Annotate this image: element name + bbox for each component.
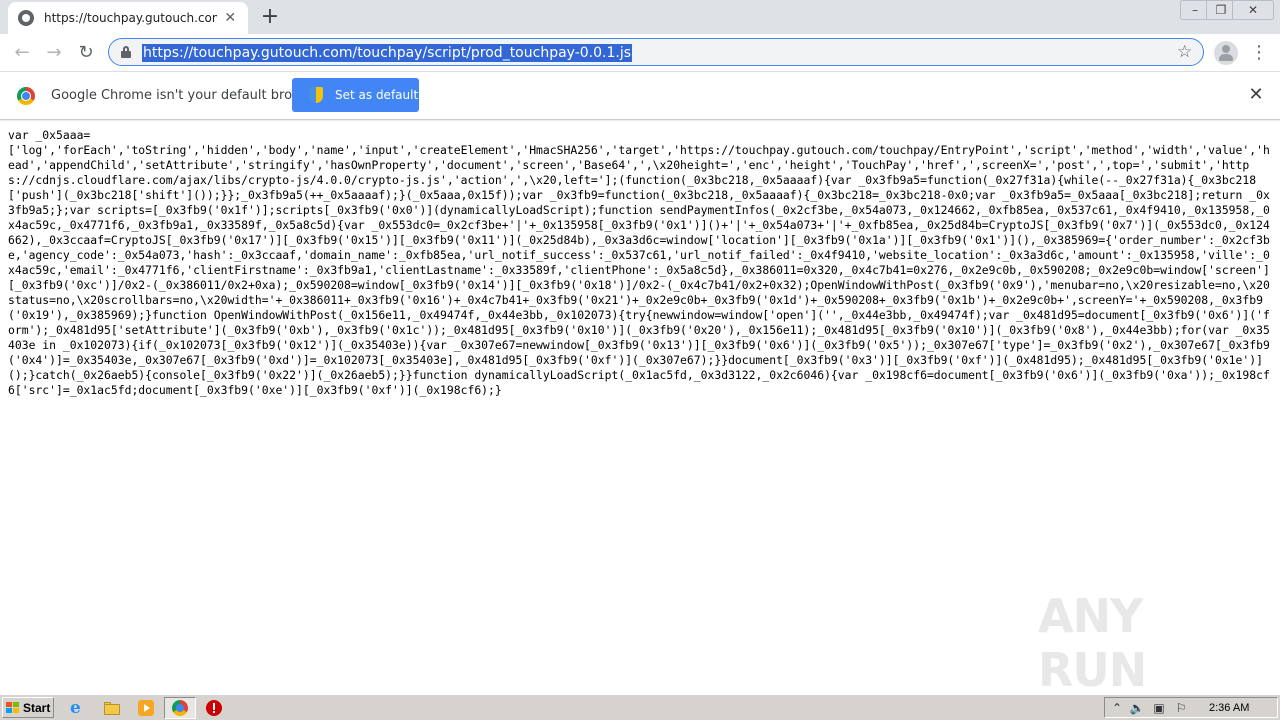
action-center-flag-icon[interactable]: ⚐ [1173,700,1189,716]
set-as-default-button[interactable]: Set as default [292,78,419,112]
tray-expand-icon[interactable]: ⌃ [1109,700,1125,716]
tab-strip: https://touchpay.gutouch.com/touc ✕ + – … [0,0,1280,34]
stop-sign-icon[interactable] [204,698,224,718]
tab-close-icon[interactable]: ✕ [223,10,239,26]
forward-button[interactable]: → [40,39,68,67]
script-source-text: var _0x5aaa= ['log','forEach','toString'… [8,128,1270,397]
url-text[interactable]: https://touchpay.gutouch.com/touchpay/sc… [142,44,633,62]
reload-button[interactable]: ↻ [72,39,100,67]
watermark-text: ANY RUN [1038,589,1147,694]
shield-icon [309,87,323,103]
chrome-menu-icon[interactable]: ⋮ [1250,39,1268,67]
tab-active[interactable]: https://touchpay.gutouch.com/touc ✕ [8,2,248,34]
volume-icon[interactable]: 🔈 [1129,700,1145,716]
internet-explorer-icon[interactable]: e [68,698,88,718]
windows-logo-icon [6,701,20,714]
taskbar-clock[interactable]: 2:36 AM [1209,700,1249,716]
start-label: Start [23,700,51,715]
new-tab-button[interactable]: + [258,6,282,30]
infobar-close-icon[interactable]: ✕ [1246,85,1266,105]
set-as-default-label: Set as default [335,88,419,102]
anyrun-watermark: ANY RUN [1038,589,1238,694]
start-button[interactable]: Start [2,697,54,718]
tab-title: https://touchpay.gutouch.com/touc [44,11,217,25]
infobar-message: Google Chrome isn't your default browser [51,88,323,103]
chrome-taskbar-icon[interactable] [164,697,196,719]
profile-avatar-icon[interactable] [1214,41,1238,65]
system-tray: ⌃ 🔈 ▣ ⚐ 2:36 AM [1104,697,1278,718]
address-bar[interactable]: https://touchpay.gutouch.com/touchpay/sc… [108,38,1204,66]
bookmark-star-icon[interactable]: ☆ [1177,42,1192,62]
browser-toolbar: ← → ↻ https://touchpay.gutouch.com/touch… [0,34,1280,72]
windows-taskbar: Start e ⌃ 🔈 ▣ ⚐ 2:36 AM [0,694,1280,720]
window-close-button[interactable]: ✕ [1232,0,1274,20]
default-browser-infobar: Google Chrome isn't your default browser… [0,72,1280,120]
folder-icon[interactable] [102,698,122,718]
network-icon[interactable]: ▣ [1151,700,1167,716]
chrome-logo-icon [17,87,35,105]
back-button[interactable]: ← [8,39,36,67]
lock-icon[interactable] [121,46,131,58]
page-content: var _0x5aaa= ['log','forEach','toString'… [0,121,1280,694]
media-player-icon[interactable] [136,698,156,718]
globe-icon [18,10,34,26]
